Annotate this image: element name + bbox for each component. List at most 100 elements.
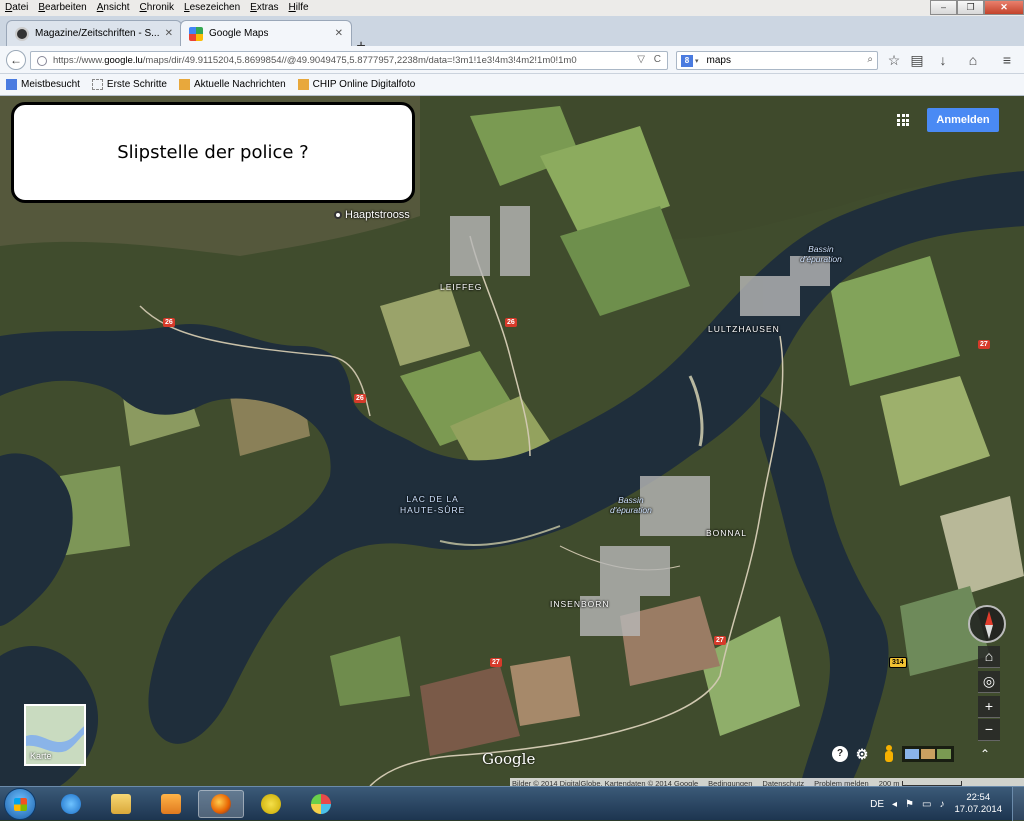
- paint-icon: [311, 794, 331, 814]
- place-dot-icon: [334, 211, 342, 219]
- volume-icon[interactable]: ♪: [939, 799, 944, 810]
- reload-icon[interactable]: C: [654, 54, 661, 65]
- my-location-icon[interactable]: ◎: [978, 671, 1000, 693]
- minimize-button[interactable]: –: [930, 0, 957, 15]
- media-player-icon: [161, 794, 181, 814]
- label-insenborn: INSENBORN: [550, 599, 610, 609]
- bookmark-erste-schritte[interactable]: Erste Schritte: [91, 79, 167, 90]
- road-shield-26: 26: [354, 394, 366, 403]
- minimap-label: Karte: [30, 751, 52, 761]
- show-desktop-button[interactable]: [1012, 787, 1024, 821]
- menu-bearbeiten[interactable]: Bearbeiten: [33, 0, 91, 16]
- taskbar-s-app[interactable]: [248, 790, 294, 818]
- action-center-flag-icon[interactable]: ⚑: [905, 799, 914, 810]
- menu-hilfe[interactable]: Hilfe: [284, 0, 314, 16]
- tab-google-maps[interactable]: Google Maps ✕: [180, 20, 352, 46]
- scale-bar: [901, 780, 962, 786]
- clock[interactable]: 22:54 17.07.2014: [954, 792, 1002, 816]
- map-bottom-tools: ? ⚙ ⌃: [832, 745, 990, 763]
- rss-icon: [297, 79, 309, 90]
- road-shield-26: 26: [505, 318, 517, 327]
- bookmark-aktuelle-nachrichten[interactable]: Aktuelle Nachrichten: [178, 79, 286, 90]
- page-icon: [91, 79, 103, 90]
- bookmark-label: Erste Schritte: [106, 79, 167, 90]
- url-dropdown-icon[interactable]: ▽: [637, 54, 645, 65]
- system-tray: DE ◂ ⚑ ▭ ♪ 22:54 17.07.2014: [866, 787, 1024, 821]
- label-bonnal: BONNAL: [706, 528, 747, 538]
- internet-explorer-icon: [61, 794, 81, 814]
- taskbar-paint[interactable]: [298, 790, 344, 818]
- map-type-toggle[interactable]: Karte: [24, 704, 86, 766]
- taskbar-internet-explorer[interactable]: [48, 790, 94, 818]
- bookmark-label: Meistbesucht: [21, 79, 80, 90]
- menu-lesezeichen[interactable]: Lesezeichen: [179, 0, 245, 16]
- clock-date: 17.07.2014: [954, 804, 1002, 815]
- street-view-toggle-icon[interactable]: ⌂: [978, 646, 1000, 668]
- maps-favicon-icon: [189, 26, 203, 41]
- tab-magazine[interactable]: Magazine/Zeitschriften - S... ✕: [6, 20, 182, 46]
- road-shield-27: 27: [978, 340, 990, 349]
- search-engine-icon[interactable]: 8: [681, 54, 693, 67]
- show-hidden-icons-icon[interactable]: ◂: [892, 799, 897, 810]
- search-icon[interactable]: ⌕: [867, 54, 873, 65]
- signin-button[interactable]: Anmelden: [927, 108, 999, 132]
- label-basin-1: Bassin d'épuration: [800, 244, 842, 264]
- language-indicator[interactable]: DE: [870, 799, 884, 810]
- back-button[interactable]: ←: [6, 50, 26, 70]
- bookmarks-bar: Meistbesucht Erste Schritte Aktuelle Nac…: [0, 74, 1024, 96]
- tab-bar: Magazine/Zeitschriften - S... ✕ Google M…: [0, 16, 1024, 55]
- place-label: Haaptstrooss: [345, 209, 410, 221]
- pegman-icon[interactable]: [884, 745, 894, 763]
- search-input[interactable]: maps: [707, 55, 731, 66]
- place-marker[interactable]: Haaptstrooss: [334, 209, 410, 221]
- menu-bar: Datei Bearbeiten Ansicht Chronik Lesezei…: [0, 0, 1024, 16]
- zoom-in-button[interactable]: +: [978, 696, 1000, 718]
- clock-time: 22:54: [966, 792, 991, 803]
- bookmark-chip-online[interactable]: CHIP Online Digitalfoto: [297, 79, 416, 90]
- tab-close-icon[interactable]: ✕: [165, 28, 173, 39]
- road-shield-26: 26: [163, 318, 175, 327]
- label-lultzhausen: LULTZHAUSEN: [708, 324, 780, 334]
- navigation-bar: ← https://www.google.lu/maps/dir/49.9115…: [0, 46, 1024, 74]
- tab-label: Magazine/Zeitschriften - S...: [35, 28, 160, 39]
- bookmark-meistbesucht[interactable]: Meistbesucht: [6, 79, 80, 90]
- menu-chronik[interactable]: Chronik: [135, 0, 179, 16]
- annotation-callout: Slipstelle der police ?: [11, 102, 415, 203]
- taskbar-file-explorer[interactable]: [98, 790, 144, 818]
- expand-icon[interactable]: ⌃: [980, 747, 990, 761]
- bookmark-label: Aktuelle Nachrichten: [193, 79, 286, 90]
- menu-icon[interactable]: ≡: [998, 51, 1016, 69]
- maximize-button[interactable]: ❐: [957, 0, 984, 15]
- settings-icon[interactable]: ⚙: [854, 746, 870, 762]
- download-icon[interactable]: ↓: [934, 51, 952, 69]
- road-shield-314: 314: [889, 657, 907, 668]
- tab-close-icon[interactable]: ✕: [335, 28, 343, 39]
- zoom-out-button[interactable]: −: [978, 719, 1000, 741]
- close-button[interactable]: ✕: [984, 0, 1024, 15]
- menu-datei[interactable]: Datei: [0, 0, 33, 16]
- bookmark-folder-icon: [6, 79, 17, 90]
- star-icon[interactable]: ☆: [885, 51, 903, 69]
- apps-grid-icon[interactable]: [897, 114, 909, 126]
- window-controls: – ❐ ✕: [930, 0, 1024, 16]
- taskbar-firefox[interactable]: [198, 790, 244, 818]
- folder-icon: [111, 794, 131, 814]
- taskbar-media-player[interactable]: [148, 790, 194, 818]
- start-button[interactable]: [4, 788, 36, 820]
- menu-extras[interactable]: Extras: [245, 0, 283, 16]
- label-basin-2: Bassin d'épuration: [610, 495, 652, 515]
- search-bar[interactable]: 8 ▾ maps ⌕: [676, 51, 878, 70]
- home-icon[interactable]: ⌂: [964, 51, 982, 69]
- firefox-icon: [211, 794, 231, 814]
- bookmark-label: CHIP Online Digitalfoto: [312, 79, 416, 90]
- network-icon[interactable]: ▭: [922, 799, 931, 810]
- label-leiffeg: LEIFFEG: [440, 282, 483, 292]
- url-bar[interactable]: https://www.google.lu/maps/dir/49.911520…: [30, 51, 668, 70]
- compass-icon[interactable]: [968, 605, 1006, 643]
- search-engine-dropdown-icon[interactable]: ▾: [695, 57, 699, 65]
- help-icon[interactable]: ?: [832, 746, 848, 762]
- menu-ansicht[interactable]: Ansicht: [92, 0, 135, 16]
- tab-label: Google Maps: [209, 28, 269, 39]
- clipboard-icon[interactable]: ▤: [908, 51, 926, 69]
- photo-strip[interactable]: [902, 746, 954, 762]
